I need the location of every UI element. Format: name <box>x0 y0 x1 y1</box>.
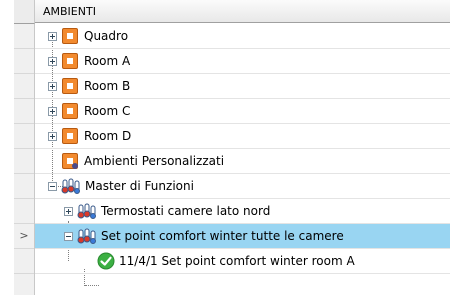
thermostat-group-icon <box>77 203 96 219</box>
tree-node-label: Master di Funzioni <box>85 179 194 193</box>
tree-node-label: Room A <box>84 54 131 68</box>
column-header-ambienti[interactable]: AMBIENTI <box>35 0 450 23</box>
check-icon <box>97 252 115 270</box>
thermostat-group-icon <box>61 178 80 194</box>
row-header-cell[interactable] <box>14 24 34 49</box>
room-icon <box>62 53 78 69</box>
collapse-minus-icon[interactable] <box>48 182 57 191</box>
tree-node-label: Ambienti Personalizzati <box>84 154 225 168</box>
expand-plus-icon[interactable] <box>48 57 57 66</box>
tree-node-master-di-funzioni[interactable]: Master di Funzioni <box>35 174 450 199</box>
row-header-cell-current[interactable]: > <box>14 224 34 249</box>
expand-plus-icon[interactable] <box>48 32 57 41</box>
row-header-cell[interactable] <box>14 124 34 149</box>
column-header-label: AMBIENTI <box>43 5 96 18</box>
tree-node-room-b[interactable]: Room B <box>35 74 450 99</box>
tree-node-label: 11/4/1 Set point comfort winter room A <box>119 254 355 268</box>
tree-node-ambienti-personalizzati[interactable]: Ambienti Personalizzati <box>35 149 450 174</box>
tree-node-set-point-tutte-le-camere[interactable]: Set point comfort winter tutte le camere <box>35 224 450 249</box>
ambienti-tree-panel: AMBIENTI > Quadro Room A Room B Room C R… <box>0 0 450 295</box>
tree-node-room-a[interactable]: Room A <box>35 49 450 74</box>
tree-node-room-c[interactable]: Room C <box>35 99 450 124</box>
current-row-arrow-icon: > <box>19 229 29 242</box>
row-header-corner <box>14 0 35 24</box>
row-header-cell[interactable] <box>14 199 34 224</box>
tree-node-label: Set point comfort winter tutte le camere <box>101 229 344 243</box>
tree-node-room-d[interactable]: Room D <box>35 124 450 149</box>
custom-room-icon <box>62 153 78 169</box>
expand-plus-icon[interactable] <box>48 132 57 141</box>
tree-node-label: Termostati camere lato nord <box>101 204 271 218</box>
room-icon <box>62 78 78 94</box>
tree-node-label: Room D <box>84 129 132 143</box>
expand-plus-icon[interactable] <box>48 82 57 91</box>
tree-node-quadro[interactable]: Quadro <box>35 24 450 49</box>
row-header-cell[interactable] <box>14 149 34 174</box>
row-header-cell[interactable] <box>14 174 34 199</box>
tree-node-termostati-camere-lato-nord[interactable]: Termostati camere lato nord <box>35 199 450 224</box>
tree-connector-line <box>85 285 99 286</box>
room-icon <box>62 103 78 119</box>
thermostat-group-icon <box>77 228 96 244</box>
expand-plus-icon[interactable] <box>48 107 57 116</box>
expand-plus-icon[interactable] <box>64 207 73 216</box>
room-icon <box>62 28 78 44</box>
room-icon <box>62 128 78 144</box>
tree-node-label: Room B <box>84 79 131 93</box>
tree-node-label: Quadro <box>84 29 129 43</box>
collapse-minus-icon[interactable] <box>64 232 73 241</box>
tree-node-set-point-room-a[interactable]: 11/4/1 Set point comfort winter room A <box>35 249 450 274</box>
row-header-cell[interactable] <box>14 274 34 295</box>
row-header-cell[interactable] <box>14 249 34 274</box>
row-header-cell[interactable] <box>14 49 34 74</box>
row-header-column: > <box>14 24 35 295</box>
tree-node-label: Room C <box>84 104 131 118</box>
row-header-cell[interactable] <box>14 99 34 124</box>
row-header-cell[interactable] <box>14 74 34 99</box>
